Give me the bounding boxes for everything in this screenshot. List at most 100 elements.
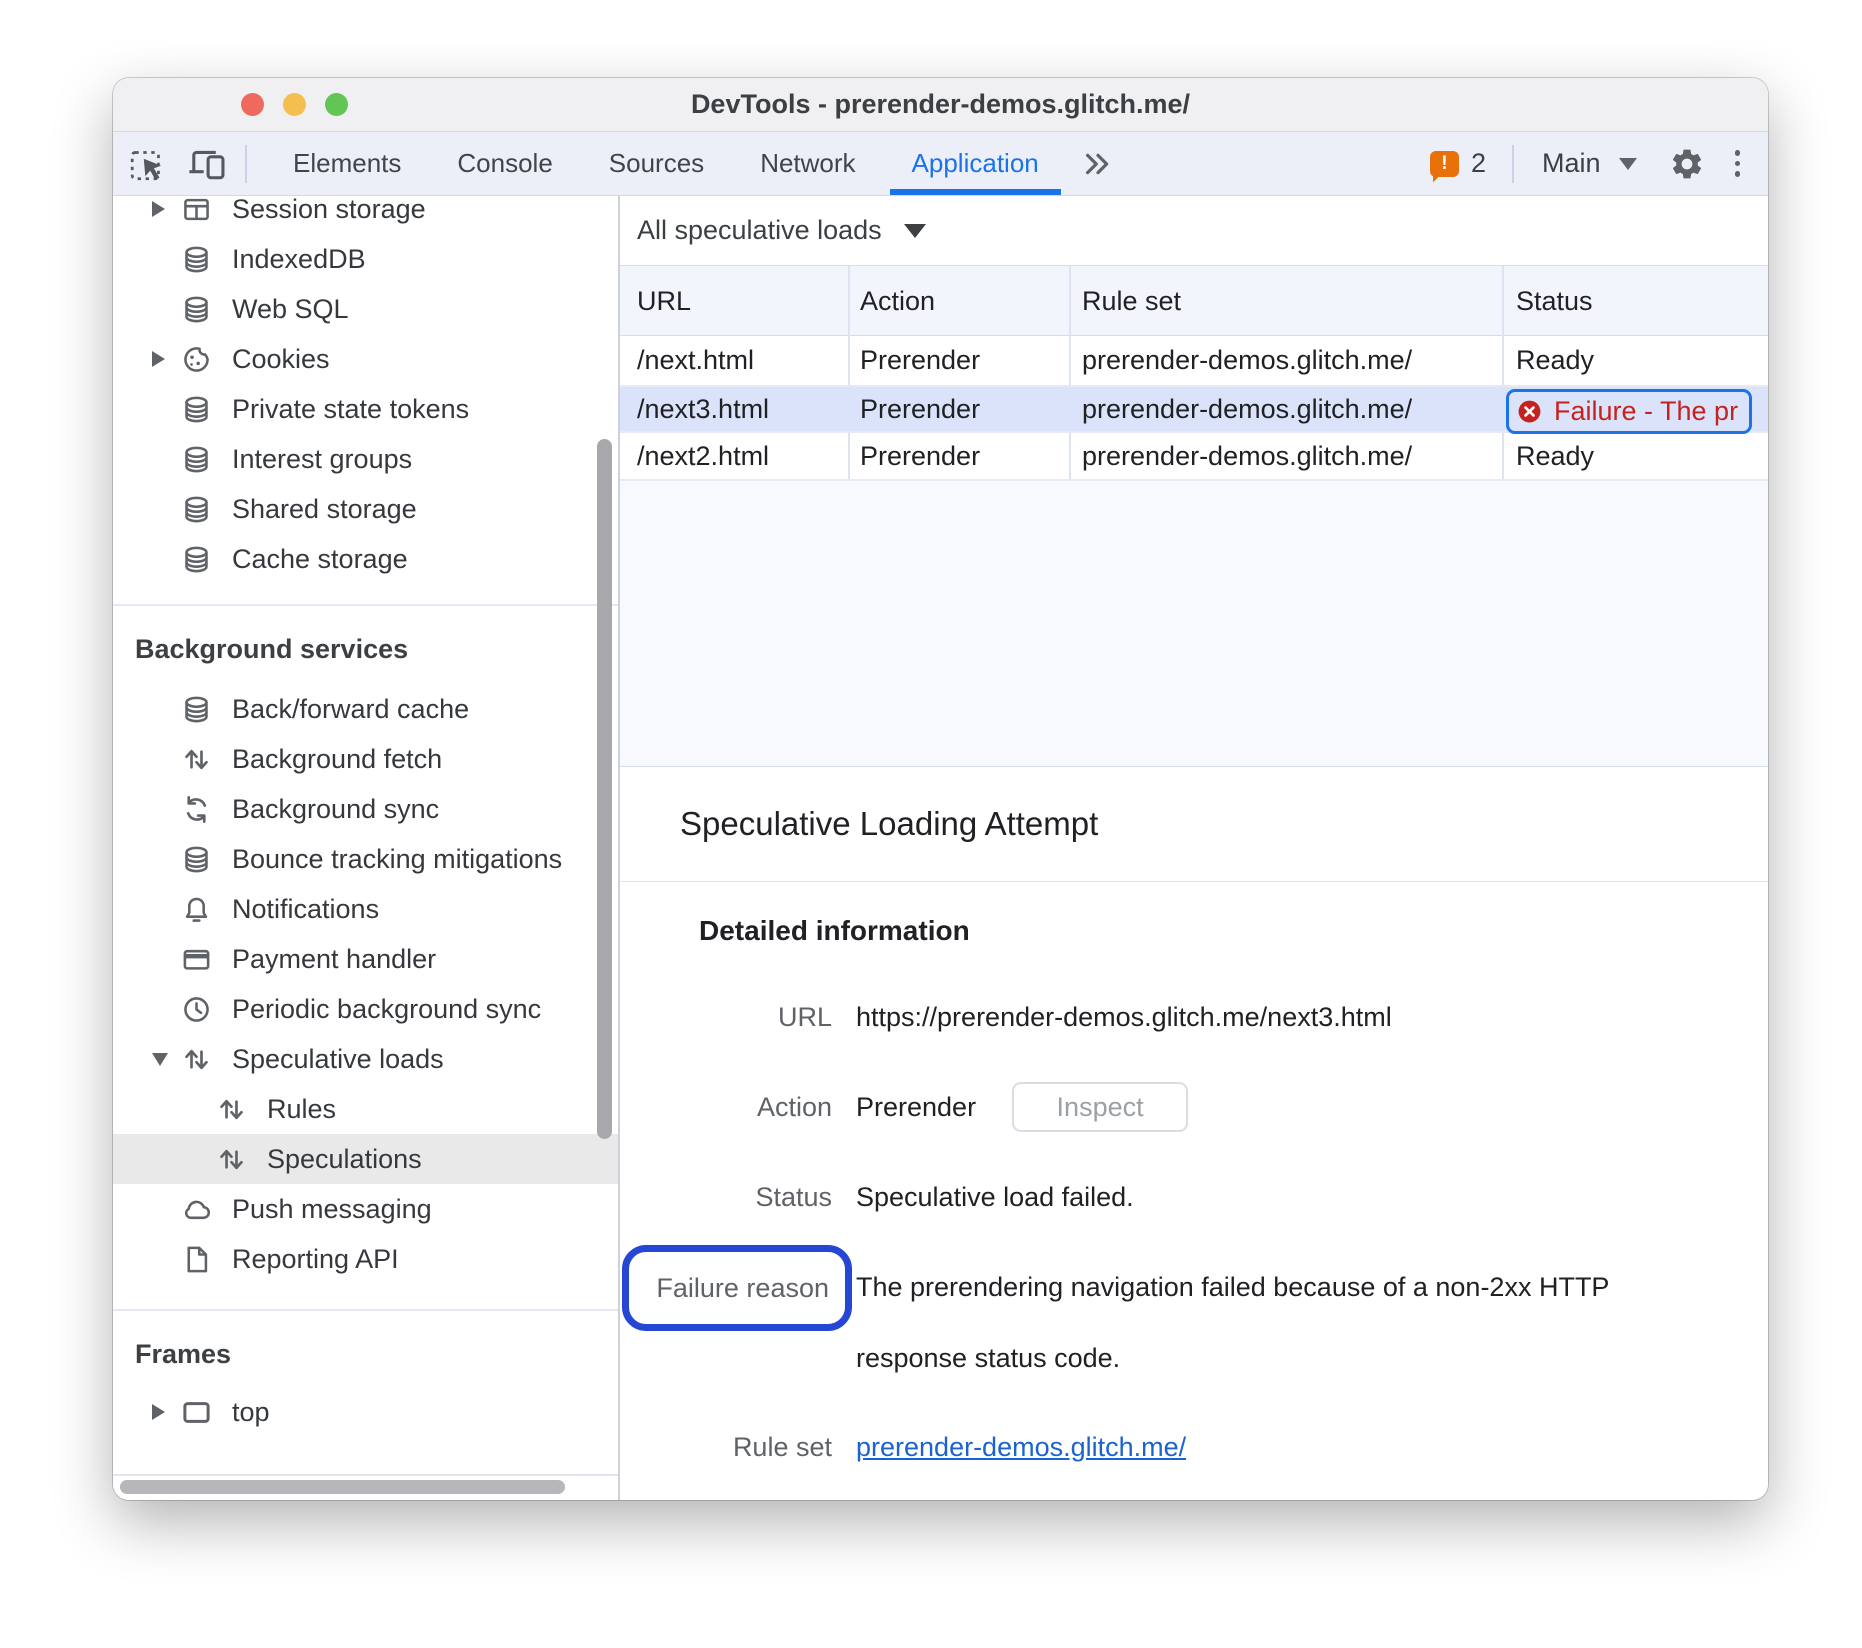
sidebar-item-session-storage[interactable]: Session storage: [113, 196, 618, 234]
table-row-next-html[interactable]: /next.htmlPrerenderprerender-demos.glitc…: [620, 336, 1768, 387]
sidebar-item-indexeddb[interactable]: IndexedDB: [113, 234, 618, 284]
table-row-next3-html[interactable]: /next3.htmlPrerenderprerender-demos.glit…: [620, 387, 1768, 433]
toolbar-divider: [245, 145, 247, 183]
more-tabs-button[interactable]: [1083, 151, 1113, 177]
title-bar: DevTools - prerender-demos.glitch.me/: [113, 78, 1768, 132]
sidebar-item-label: Back/forward cache: [232, 694, 469, 725]
cell-action: Prerender: [860, 387, 980, 431]
expander-down-icon[interactable]: [152, 1053, 178, 1066]
sidebar-horizontal-scrollbar[interactable]: [120, 1480, 565, 1494]
detail-label-ruleset: Rule set: [620, 1432, 832, 1463]
detail-row-status: Status Speculative load failed.: [620, 1167, 1768, 1227]
sidebar-item-back-forward-cache[interactable]: Back/forward cache: [113, 684, 618, 734]
detail-value-action: Prerender: [856, 1092, 976, 1123]
updown-icon: [178, 1044, 214, 1075]
cell-action: Prerender: [860, 433, 980, 479]
gear-icon[interactable]: [1669, 146, 1705, 182]
column-header-action[interactable]: Action: [860, 266, 935, 336]
sidebar-item-web-sql[interactable]: Web SQL: [113, 284, 618, 334]
cell-rule-set: prerender-demos.glitch.me/: [1082, 336, 1412, 385]
database-icon: [178, 394, 214, 425]
issues-icon: !: [1430, 151, 1459, 177]
devtools-window: DevTools - prerender-demos.glitch.me/ El…: [113, 78, 1768, 1500]
sidebar-item-payment-handler[interactable]: Payment handler: [113, 934, 618, 984]
sidebar-item-speculations[interactable]: Speculations: [113, 1134, 618, 1184]
expander-right-icon[interactable]: [152, 1404, 178, 1420]
expander-right-icon[interactable]: [152, 201, 178, 217]
context-selector[interactable]: Main: [1542, 148, 1637, 179]
speculations-panel: All speculative loads URL Action Rule se…: [620, 196, 1768, 1500]
sidebar-item-label: Rules: [267, 1094, 336, 1125]
detail-row-action: Action Prerender Inspect: [620, 1077, 1768, 1137]
sidebar-item-label: Cookies: [232, 344, 330, 375]
ruleset-link[interactable]: prerender-demos.glitch.me/: [856, 1432, 1186, 1462]
sidebar-vertical-scrollbar[interactable]: [597, 439, 612, 1139]
sidebar-item-label: Web SQL: [232, 294, 349, 325]
devtools-toolbar: ElementsConsoleSourcesNetworkApplication…: [113, 132, 1768, 196]
detail-value-status: Speculative load failed.: [856, 1182, 1134, 1213]
sidebar-item-speculative-loads[interactable]: Speculative loads: [113, 1034, 618, 1084]
detail-value-url: https://prerender-demos.glitch.me/next3.…: [856, 1002, 1392, 1033]
context-label: Main: [1542, 148, 1601, 179]
sidebar-item-shared-storage[interactable]: Shared storage: [113, 484, 618, 534]
failure-reason-line2: response status code.: [856, 1330, 1120, 1386]
column-header-url[interactable]: URL: [637, 266, 691, 336]
toolbar-right-group: ! 2 Main: [1430, 145, 1768, 183]
cell-url: /next2.html: [637, 433, 769, 479]
sidebar-item-label: Bounce tracking mitigations: [232, 844, 562, 875]
sidebar-item-rules[interactable]: Rules: [113, 1084, 618, 1134]
sidebar-item-label: Background sync: [232, 794, 439, 825]
sidebar-item-notifications[interactable]: Notifications: [113, 884, 618, 934]
sidebar-item-label: top: [232, 1397, 270, 1428]
inspect-icon[interactable]: [127, 142, 171, 186]
sidebar-item-background-fetch[interactable]: Background fetch: [113, 734, 618, 784]
cell-url: /next.html: [637, 336, 754, 385]
sidebar-item-reporting-api[interactable]: Reporting API: [113, 1234, 618, 1284]
tab-elements[interactable]: Elements: [265, 132, 429, 195]
sidebar-item-periodic-background-sync[interactable]: Periodic background sync: [113, 984, 618, 1034]
sync-icon: [178, 794, 214, 825]
tab-console[interactable]: Console: [429, 132, 580, 195]
detail-label-failure-reason: Failure reason: [656, 1273, 829, 1304]
details-heading-band: Speculative Loading Attempt: [620, 767, 1768, 882]
sidebar-bottom-border: [113, 1474, 618, 1476]
panel-tabs: ElementsConsoleSourcesNetworkApplication: [265, 132, 1067, 195]
detail-row-url: URL https://prerender-demos.glitch.me/ne…: [620, 987, 1768, 1047]
issues-counter[interactable]: ! 2: [1430, 148, 1486, 179]
sidebar-item-private-state-tokens[interactable]: Private state tokens: [113, 384, 618, 434]
speculative-loads-filter[interactable]: All speculative loads: [620, 196, 1768, 266]
failure-status-cell[interactable]: Failure - The pr: [1506, 389, 1752, 434]
sidebar-item-bounce-tracking-mitigations[interactable]: Bounce tracking mitigations: [113, 834, 618, 884]
updown-icon: [213, 1144, 249, 1175]
database-icon: [178, 694, 214, 725]
sidebar-item-cache-storage[interactable]: Cache storage: [113, 534, 618, 584]
expander-right-icon[interactable]: [152, 351, 178, 367]
inspect-button[interactable]: Inspect: [1012, 1082, 1188, 1132]
failure-reason-line1: The prerendering navigation failed becau…: [856, 1259, 1609, 1315]
clock-icon: [178, 994, 214, 1025]
tab-sources[interactable]: Sources: [581, 132, 732, 195]
failure-icon: [1517, 399, 1542, 424]
sidebar-item-background-sync[interactable]: Background sync: [113, 784, 618, 834]
sidebar-item-label: Push messaging: [232, 1194, 432, 1225]
sidebar-item-label: Shared storage: [232, 494, 417, 525]
column-header-ruleset[interactable]: Rule set: [1082, 266, 1181, 336]
sidebar-item-label: Speculations: [267, 1144, 422, 1175]
column-header-status[interactable]: Status: [1516, 266, 1593, 336]
app-body: Session storage IndexedDB Web SQL Cookies Pr…: [113, 196, 1768, 1500]
device-toolbar-icon[interactable]: [185, 142, 229, 186]
sidebar-item-label: Session storage: [232, 196, 426, 225]
database-icon: [178, 444, 214, 475]
cell-status: Ready: [1516, 433, 1594, 479]
sidebar-item-interest-groups[interactable]: Interest groups: [113, 434, 618, 484]
sidebar-item-top[interactable]: top: [113, 1387, 618, 1437]
file-icon: [178, 1244, 214, 1275]
kebab-menu-icon[interactable]: [1735, 150, 1741, 177]
application-sidebar: Session storage IndexedDB Web SQL Cookies Pr…: [113, 196, 620, 1500]
sidebar-item-label: Interest groups: [232, 444, 412, 475]
tab-application[interactable]: Application: [884, 132, 1067, 195]
table-row-next2-html[interactable]: /next2.htmlPrerenderprerender-demos.glit…: [620, 433, 1768, 481]
sidebar-item-push-messaging[interactable]: Push messaging: [113, 1184, 618, 1234]
tab-network[interactable]: Network: [732, 132, 883, 195]
sidebar-item-cookies[interactable]: Cookies: [113, 334, 618, 384]
